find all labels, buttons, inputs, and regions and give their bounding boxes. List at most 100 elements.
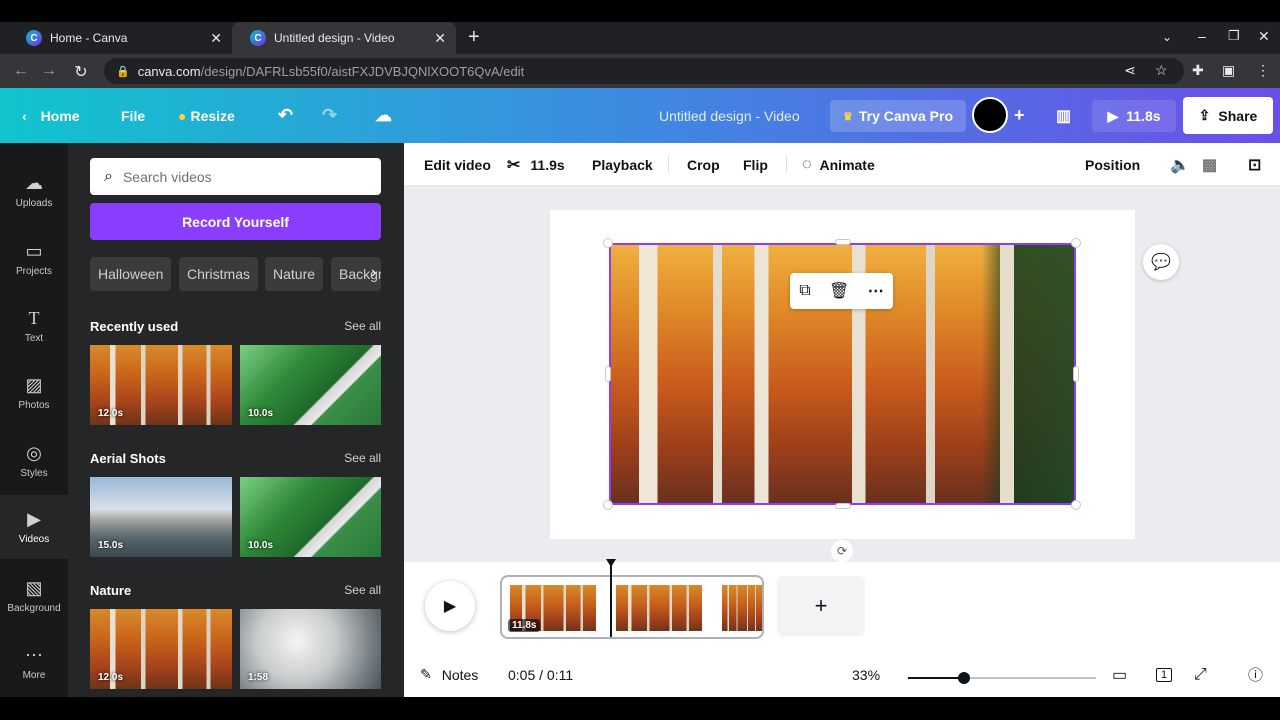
volume-icon[interactable]: 🔈 (1170, 143, 1190, 186)
rail-item-videos[interactable]: ▶ Videos (0, 495, 68, 559)
add-collaborator-button[interactable]: + (1014, 88, 1025, 143)
zoom-percentage[interactable]: 33% (852, 652, 880, 697)
see-all-link[interactable]: See all (344, 319, 381, 333)
crop-button[interactable]: Crop (687, 143, 720, 186)
back-icon[interactable]: ← (12, 62, 30, 80)
tab-untitled-design[interactable]: C Untitled design - Video ✕ (232, 22, 456, 54)
window-close-icon[interactable]: ✕ (1258, 28, 1270, 45)
rotate-handle-icon[interactable]: ⟳ (831, 540, 853, 562)
home-button[interactable]: ‹ Home (22, 88, 80, 143)
rail-item-text[interactable]: T Text (0, 308, 68, 344)
video-thumbnail[interactable]: 1:58 (240, 609, 381, 689)
forward-icon[interactable]: → (40, 62, 58, 80)
search-input[interactable]: ⌕ Search videos (90, 158, 381, 195)
tab-title: Home - Canva (50, 31, 128, 45)
video-thumbnail[interactable]: 12.0s (90, 345, 232, 425)
videos-panel: ⌕ Search videos Record Yourself Hallowee… (68, 143, 404, 697)
tab-search-icon[interactable]: ⌄ (1162, 30, 1172, 44)
play-button[interactable]: ▶ (425, 581, 475, 631)
transparency-icon[interactable]: ▩ (1202, 143, 1217, 186)
resize-handle-right[interactable] (1073, 366, 1079, 382)
grid-view-icon[interactable]: ▭ (1112, 652, 1127, 697)
redo-icon[interactable]: ↷ (322, 88, 337, 143)
element-quick-actions: ⧉ 🗑 ⋯ (790, 273, 893, 309)
resize-handle-bottom[interactable] (835, 503, 851, 509)
reload-icon[interactable]: ↻ (72, 62, 90, 82)
resize-handle-top-left[interactable] (603, 238, 613, 248)
resize-handle-top[interactable] (835, 239, 851, 245)
add-comment-icon[interactable]: 💬 (1143, 244, 1179, 280)
position-button[interactable]: Position (1085, 143, 1140, 186)
trash-icon[interactable]: 🗑 (829, 281, 849, 301)
upload-icon: ☁ (25, 173, 43, 193)
undo-icon[interactable]: ↶ (278, 88, 293, 143)
more-options-icon[interactable]: ⋯ (868, 281, 884, 301)
chevron-right-icon[interactable]: › (371, 264, 376, 282)
trim-button[interactable]: ✂ 11.9s (507, 143, 565, 186)
rail-label: Projects (15, 266, 53, 277)
insights-chart-icon[interactable]: ▥ (1056, 88, 1071, 143)
edit-video-button[interactable]: Edit video (424, 143, 491, 186)
page-count-button[interactable]: 1 (1156, 652, 1173, 697)
cloud-saved-icon[interactable]: ☁ (375, 88, 392, 143)
see-all-link[interactable]: See all (344, 583, 381, 597)
design-title[interactable]: Untitled design - Video (659, 88, 800, 143)
photo-icon: ▨ (25, 375, 43, 395)
help-icon[interactable]: ⓘ (1248, 652, 1263, 697)
rail-item-projects[interactable]: ▭ Projects (0, 241, 68, 277)
add-page-button[interactable]: + (777, 576, 865, 636)
lock-icon[interactable]: ⊡ (1248, 143, 1261, 186)
video-thumbnail[interactable]: 10.0s (240, 345, 381, 425)
video-thumbnail[interactable]: 10.0s (240, 477, 381, 557)
rail-item-more[interactable]: ⋯ More (0, 645, 68, 681)
tab-home-canva[interactable]: C Home - Canva ✕ (8, 22, 232, 54)
extensions-icon[interactable]: ✚ (1192, 62, 1204, 79)
resize-handle-left[interactable] (605, 366, 611, 382)
present-play-button[interactable]: ▶ 11.8s (1092, 100, 1176, 132)
file-menu-button[interactable]: File (121, 88, 145, 143)
notes-button[interactable]: ✎ Notes (420, 652, 478, 697)
playhead[interactable] (610, 563, 612, 637)
resize-button[interactable]: ● Resize (178, 88, 235, 143)
chrome-menu-icon[interactable]: ⋮ (1256, 62, 1270, 79)
folder-icon: ▭ (25, 241, 43, 261)
lock-icon: 🔒 (116, 65, 130, 78)
rail-item-background[interactable]: ▧ Background (0, 578, 68, 614)
minimize-icon[interactable]: – (1198, 28, 1206, 44)
bookmark-star-icon[interactable]: ☆ (1155, 62, 1168, 79)
close-tab-icon[interactable]: ✕ (434, 30, 446, 47)
maximize-icon[interactable]: ❐ (1228, 28, 1240, 44)
video-thumbnail[interactable]: 15.0s (90, 477, 232, 557)
more-icon: ⋯ (25, 645, 43, 665)
rail-item-styles[interactable]: ◎ Styles (0, 443, 68, 479)
fullscreen-icon[interactable]: ⤢ (1194, 652, 1207, 697)
chip-christmas[interactable]: Christmas (179, 257, 259, 291)
chip-nature[interactable]: Nature (265, 257, 324, 291)
animate-button[interactable]: ◌ Animate (802, 143, 875, 186)
playback-button[interactable]: Playback (592, 143, 653, 186)
chip-halloween[interactable]: Halloween (90, 257, 172, 291)
video-duration: 12.0s (98, 672, 124, 683)
duplicate-icon[interactable]: ⧉ (799, 282, 810, 300)
flip-button[interactable]: Flip (743, 143, 768, 186)
share-button[interactable]: ⇪ Share (1183, 97, 1273, 134)
side-panel-icon[interactable]: ▣ (1222, 62, 1235, 79)
try-canva-pro-button[interactable]: ♛ Try Canva Pro (830, 100, 966, 132)
avatar[interactable] (972, 97, 1008, 133)
share-page-icon[interactable]: ⋖ (1124, 62, 1136, 79)
video-duration: 10.0s (248, 540, 274, 551)
rail-item-uploads[interactable]: ☁ Uploads (0, 173, 68, 209)
resize-handle-top-right[interactable] (1071, 238, 1081, 248)
see-all-link[interactable]: See all (344, 451, 381, 465)
close-tab-icon[interactable]: ✕ (210, 30, 222, 47)
video-thumbnail[interactable]: 12.0s (90, 609, 232, 689)
record-yourself-button[interactable]: Record Yourself (90, 203, 381, 240)
resize-handle-bottom-right[interactable] (1071, 500, 1081, 510)
resize-handle-bottom-left[interactable] (603, 500, 613, 510)
zoom-slider-thumb[interactable] (958, 672, 970, 684)
new-tab-button[interactable]: + (468, 26, 480, 49)
section-recently-used: Recently used See all (90, 319, 381, 334)
rail-item-photos[interactable]: ▨ Photos (0, 375, 68, 411)
animate-icon: ◌ (802, 155, 812, 173)
url-field[interactable]: 🔒 canva.com/design/DAFRLsb55f0/aistFXJDV… (104, 58, 1184, 84)
